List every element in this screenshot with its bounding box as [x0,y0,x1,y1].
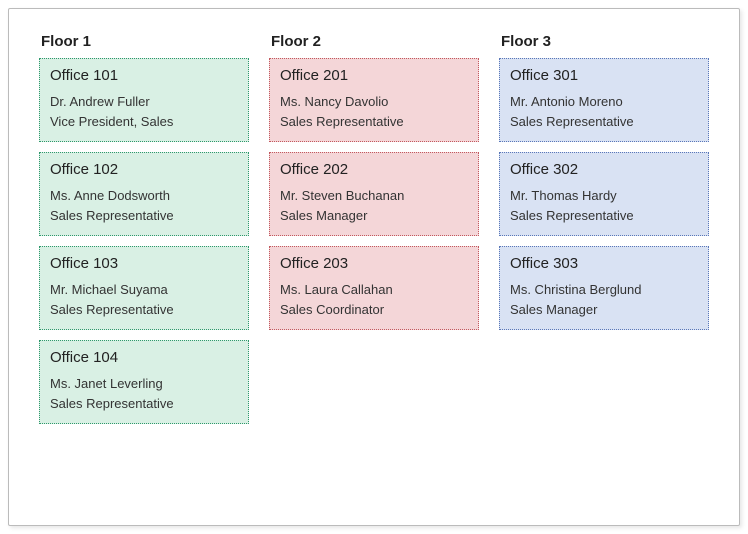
person-role: Sales Manager [280,206,468,226]
office-name: Office 302 [510,161,698,178]
person-name: Ms. Christina Berglund [510,280,698,300]
person-role: Sales Representative [50,394,238,414]
person-role: Sales Representative [50,206,238,226]
floor-column-3: Floor 3 Office 301 Mr. Antonio Moreno Sa… [499,33,709,505]
person-name: Mr. Thomas Hardy [510,186,698,206]
floor-title: Floor 3 [499,33,709,50]
office-name: Office 301 [510,67,698,84]
office-card[interactable]: Office 203 Ms. Laura Callahan Sales Coor… [269,246,479,330]
person-role: Sales Representative [50,300,238,320]
person-name: Ms. Nancy Davolio [280,92,468,112]
floor-column-2: Floor 2 Office 201 Ms. Nancy Davolio Sal… [269,33,479,505]
person-name: Mr. Antonio Moreno [510,92,698,112]
person-name: Mr. Michael Suyama [50,280,238,300]
office-card[interactable]: Office 104 Ms. Janet Leverling Sales Rep… [39,340,249,424]
person-role: Sales Manager [510,300,698,320]
office-card[interactable]: Office 201 Ms. Nancy Davolio Sales Repre… [269,58,479,142]
person-role: Vice President, Sales [50,112,238,132]
person-role: Sales Coordinator [280,300,468,320]
office-card[interactable]: Office 103 Mr. Michael Suyama Sales Repr… [39,246,249,330]
person-role: Sales Representative [280,112,468,132]
person-name: Mr. Steven Buchanan [280,186,468,206]
floor-title: Floor 2 [269,33,479,50]
floor-title: Floor 1 [39,33,249,50]
office-name: Office 303 [510,255,698,272]
office-name: Office 104 [50,349,238,366]
page-frame: Floor 1 Office 101 Dr. Andrew Fuller Vic… [8,8,740,526]
person-name: Ms. Laura Callahan [280,280,468,300]
office-card[interactable]: Office 101 Dr. Andrew Fuller Vice Presid… [39,58,249,142]
person-role: Sales Representative [510,206,698,226]
office-name: Office 203 [280,255,468,272]
person-name: Dr. Andrew Fuller [50,92,238,112]
office-card[interactable]: Office 301 Mr. Antonio Moreno Sales Repr… [499,58,709,142]
office-card[interactable]: Office 202 Mr. Steven Buchanan Sales Man… [269,152,479,236]
person-name: Ms. Janet Leverling [50,374,238,394]
office-name: Office 202 [280,161,468,178]
office-card[interactable]: Office 102 Ms. Anne Dodsworth Sales Repr… [39,152,249,236]
office-name: Office 102 [50,161,238,178]
office-name: Office 101 [50,67,238,84]
office-card[interactable]: Office 303 Ms. Christina Berglund Sales … [499,246,709,330]
person-role: Sales Representative [510,112,698,132]
person-name: Ms. Anne Dodsworth [50,186,238,206]
office-card[interactable]: Office 302 Mr. Thomas Hardy Sales Repres… [499,152,709,236]
floor-column-1: Floor 1 Office 101 Dr. Andrew Fuller Vic… [39,33,249,505]
office-name: Office 201 [280,67,468,84]
office-name: Office 103 [50,255,238,272]
